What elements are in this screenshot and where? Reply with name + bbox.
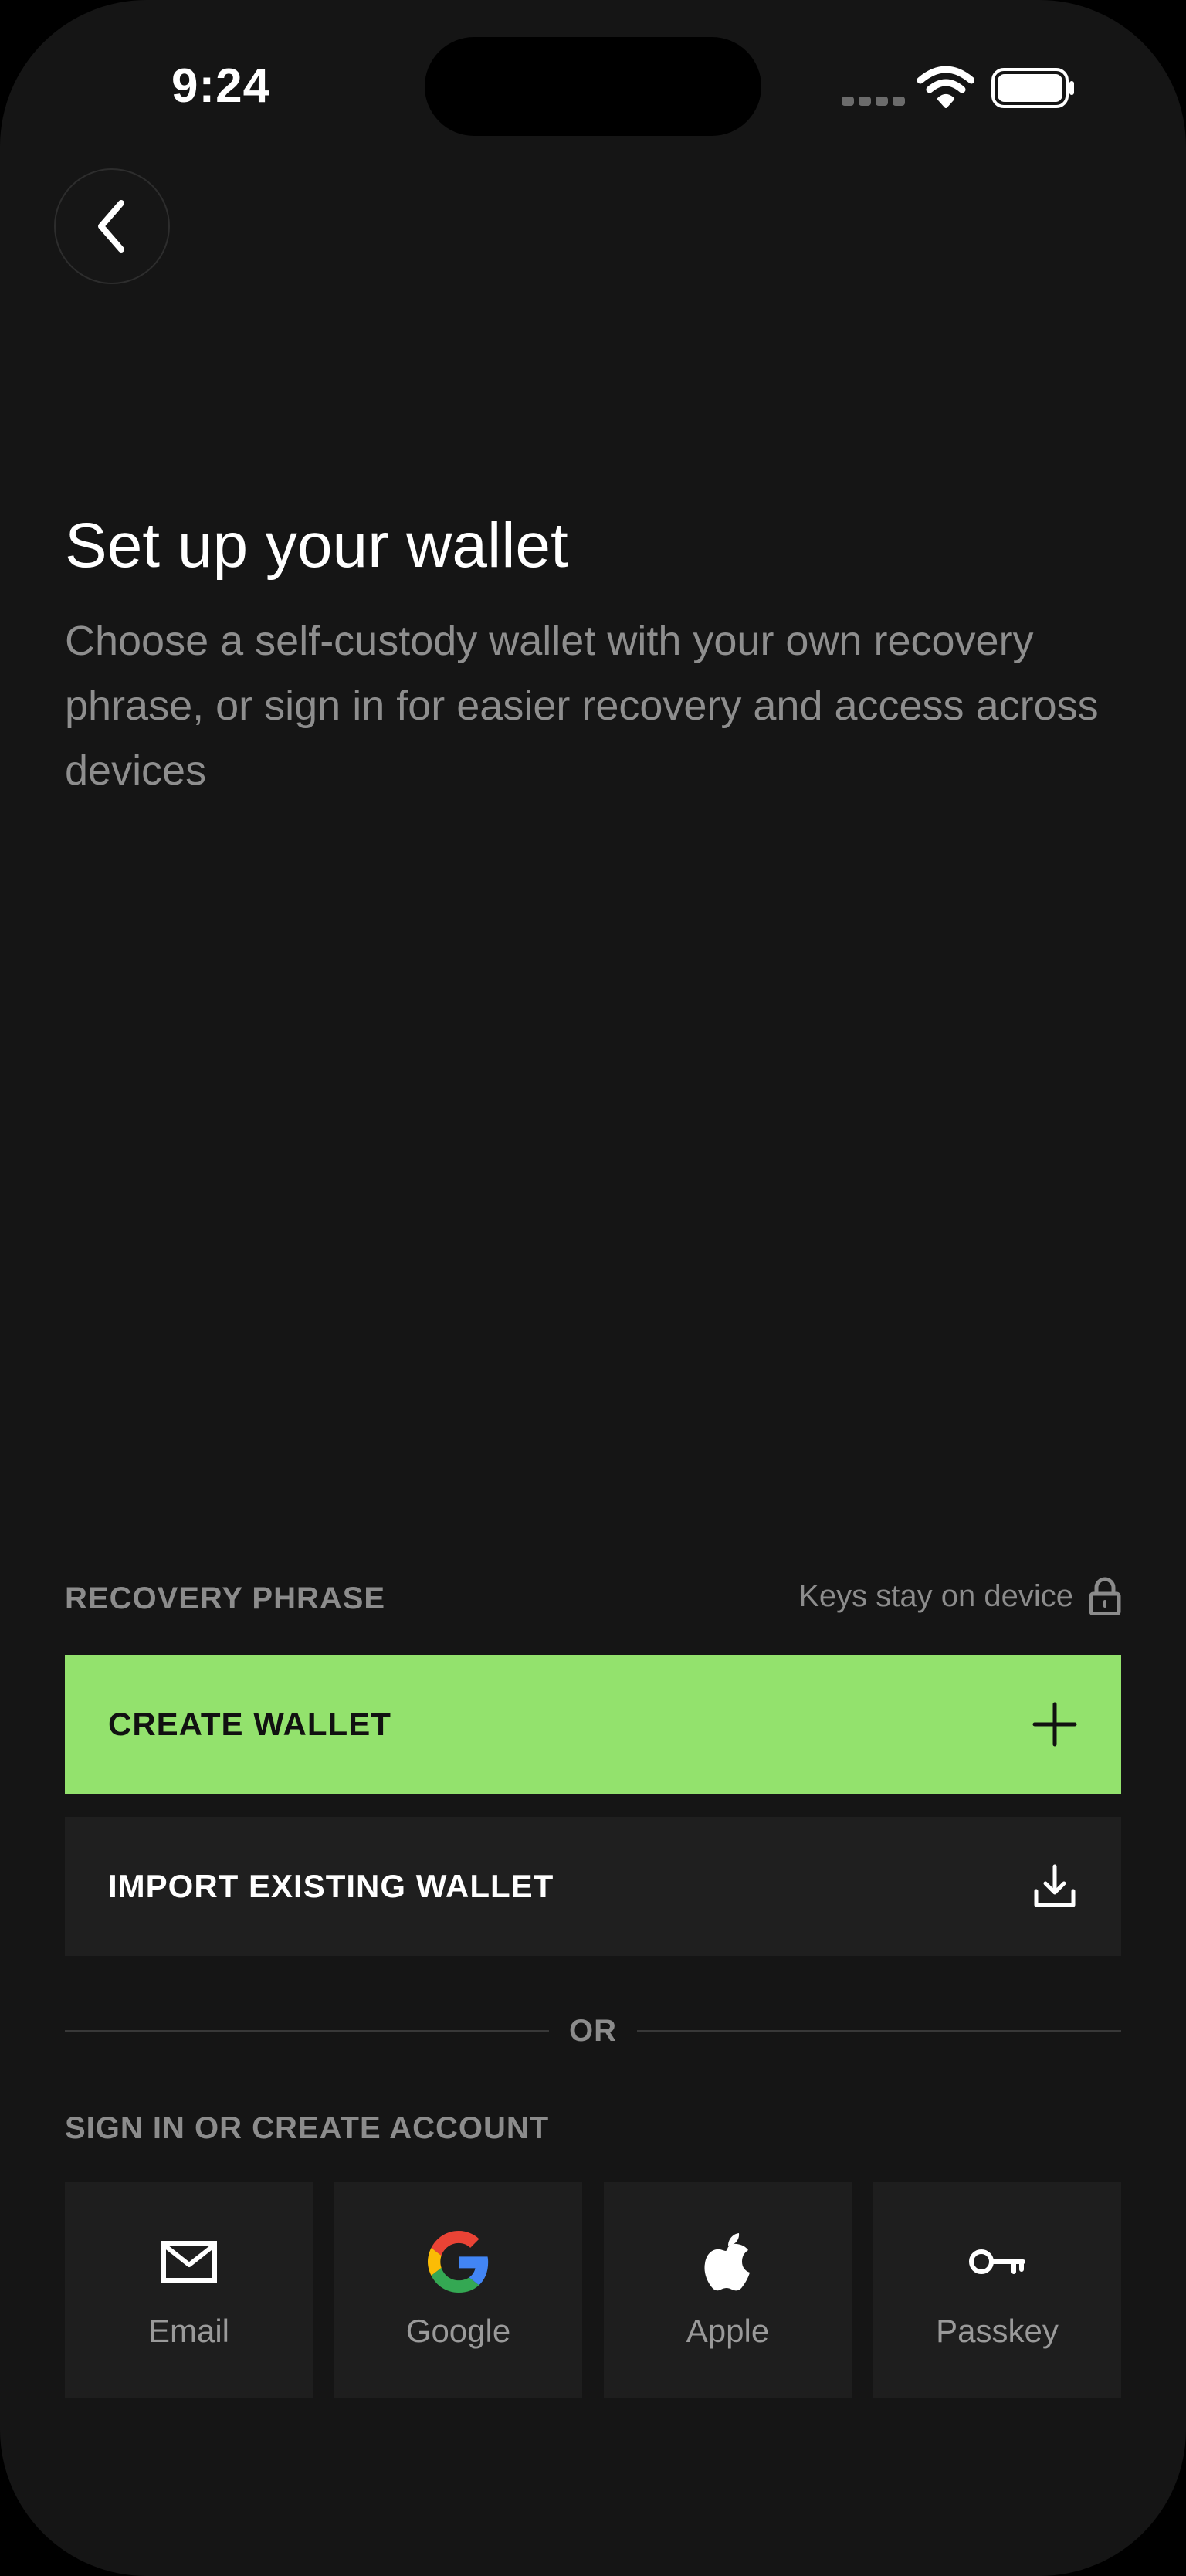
key-icon <box>968 2249 1025 2274</box>
sign-in-providers: Email Google Apple Passkey <box>65 2182 1121 2398</box>
mail-icon <box>161 2241 217 2283</box>
download-icon <box>1034 1864 1076 1907</box>
keys-note: Keys stay on device <box>798 1577 1121 1615</box>
plus-icon <box>1032 1702 1077 1747</box>
apple-label: Apple <box>686 2313 770 2349</box>
google-icon <box>427 2231 488 2293</box>
passkey-sign-in-button[interactable]: Passkey <box>873 2182 1121 2398</box>
import-wallet-label: IMPORT EXISTING WALLET <box>108 1868 554 1904</box>
import-wallet-button[interactable]: IMPORT EXISTING WALLET <box>65 1817 1121 1956</box>
create-wallet-label: CREATE WALLET <box>108 1706 391 1742</box>
recovery-section-label: RECOVERY PHRASE <box>65 1581 386 1615</box>
app-screen: 9:24 Set up your wallet Choose a self-cu… <box>0 0 1186 2576</box>
create-wallet-button[interactable]: CREATE WALLET <box>65 1655 1121 1794</box>
passkey-label: Passkey <box>936 2313 1059 2349</box>
apple-icon <box>703 2233 750 2291</box>
divider-line-right <box>637 2030 1121 2032</box>
google-label: Google <box>405 2313 511 2349</box>
email-sign-in-button[interactable]: Email <box>65 2182 313 2398</box>
lock-icon <box>1089 1577 1121 1615</box>
sign-in-section-label: SIGN IN OR CREATE ACCOUNT <box>65 2111 550 2145</box>
or-divider: OR <box>65 2008 1121 2054</box>
email-label: Email <box>147 2313 230 2349</box>
cellular-signal-icon <box>842 96 910 110</box>
chevron-left-icon <box>98 200 124 253</box>
google-sign-in-button[interactable]: Google <box>334 2182 582 2398</box>
battery-icon <box>991 68 1074 108</box>
status-icons <box>840 65 1079 111</box>
keys-note-text: Keys stay on device <box>798 1578 1073 1613</box>
back-button[interactable] <box>54 168 170 284</box>
divider-line-left <box>65 2030 549 2032</box>
status-time: 9:24 <box>171 59 271 113</box>
page-title: Set up your wallet <box>65 510 568 581</box>
wifi-icon <box>917 66 974 108</box>
apple-sign-in-button[interactable]: Apple <box>604 2182 852 2398</box>
page-subtitle: Choose a self-custody wallet with your o… <box>65 618 1099 794</box>
or-text: OR <box>569 2013 617 2048</box>
dynamic-island <box>425 37 761 136</box>
